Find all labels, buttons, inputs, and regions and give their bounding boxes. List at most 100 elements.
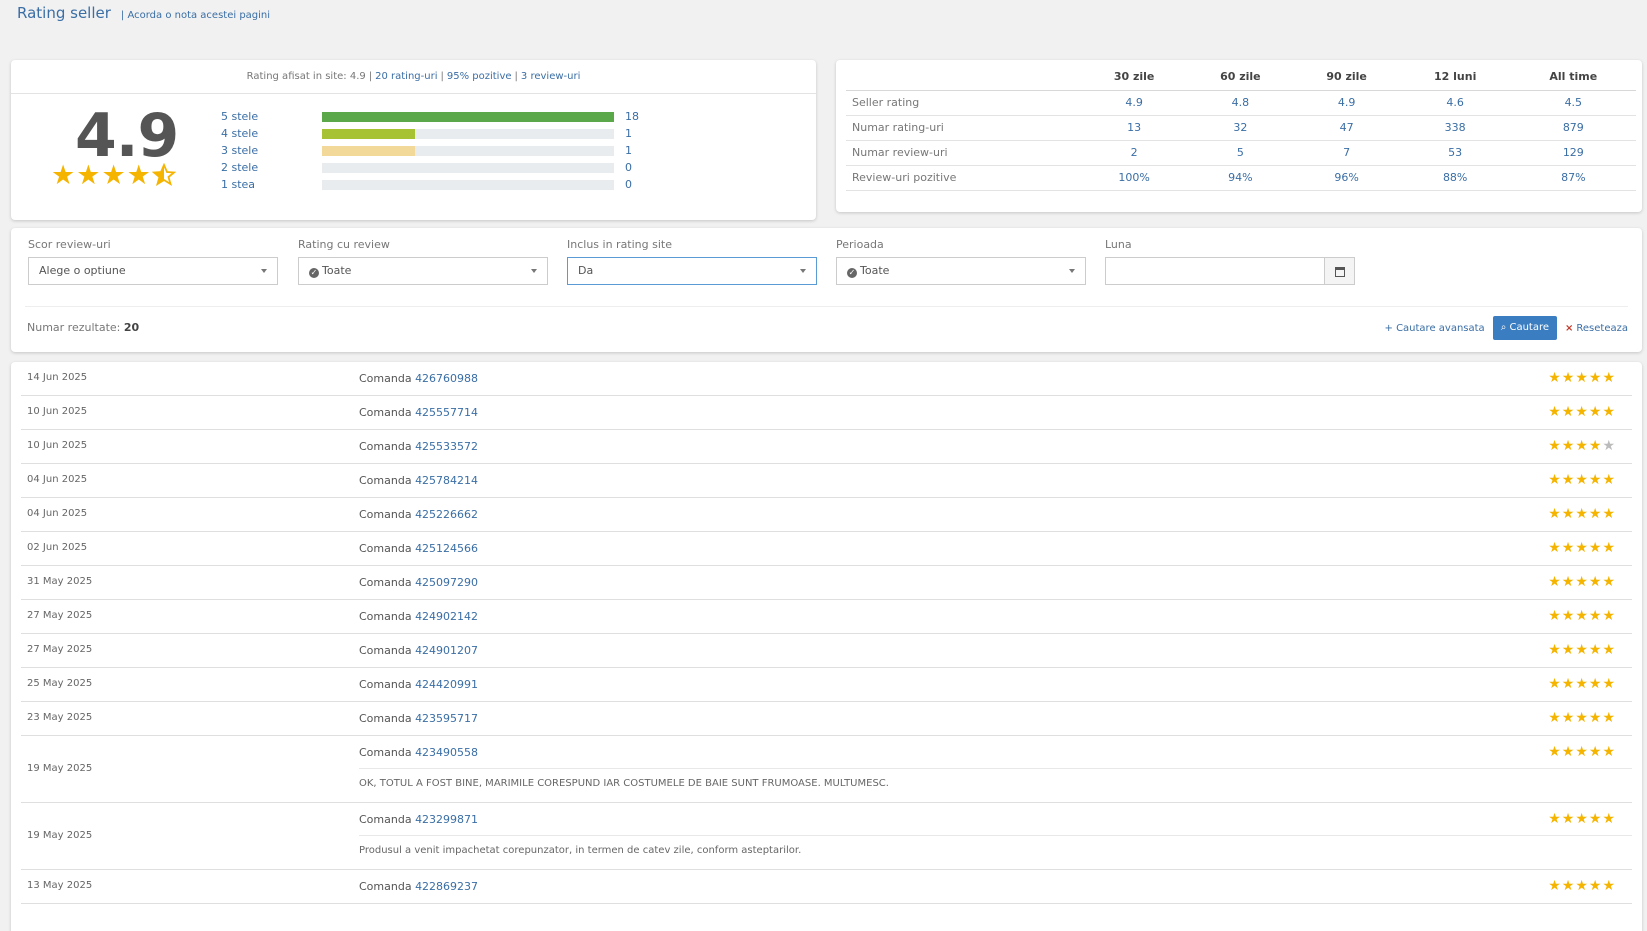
star-icon: ★ [1602,642,1616,658]
order-link[interactable]: 422869237 [415,880,478,893]
rating-summary-header: Rating afisat in site: 4.9 | 20 rating-uri… [11,60,816,94]
star-icon: ★ [1548,642,1562,658]
stats-row: Numar rating-uri 13 32 47 338 879 [846,115,1636,141]
reviews-count-link[interactable]: 3 review-uri [521,71,580,82]
order-prefix: Comanda [359,746,412,759]
rating-bar-count[interactable]: 1 [625,144,632,157]
rating-bar-label[interactable]: 2 stele [221,161,322,174]
rating-bar-count[interactable]: 18 [625,110,639,123]
review-stars: ★★★★★ [1548,878,1616,894]
big-score: 4.9 [75,101,179,171]
star-icon: ★ [51,160,77,191]
order-link[interactable]: 425124566 [415,542,478,555]
positive-link[interactable]: 95% pozitive [447,71,512,82]
filter-rating-label: Rating cu review [298,238,390,251]
star-icon: ★ [1548,878,1562,894]
review-date: 31 May 2025 [27,576,93,587]
star-icon: ★ [1561,811,1576,827]
stats-cell: 4.6 [1399,90,1511,116]
star-icon: ★ [1602,472,1616,488]
search-button[interactable]: ⌕ Cautare [1492,316,1558,340]
star-icon: ★ [1575,472,1589,488]
star-icon: ★ [1548,540,1562,556]
star-icon: ★ [1602,438,1616,454]
stats-row: Review-uri pozitive 100% 94% 96% 88% 87% [846,165,1636,191]
star-icon: ★ [1561,370,1576,386]
rating-bar-label[interactable]: 3 stele [221,144,322,157]
chevron-down-icon [800,269,806,273]
stats-column-header: 90 zile [1293,64,1400,91]
order-link[interactable]: 426760988 [415,372,478,385]
order-link[interactable]: 423490558 [415,746,478,759]
rating-bar-count[interactable]: 1 [625,127,632,140]
rating-summary-panel: Rating afisat in site: 4.9 | 20 rating-uri… [11,60,816,220]
ratings-count-link[interactable]: 20 rating-uri [375,71,437,82]
advanced-search-button[interactable]: + Cautare avansata [1385,323,1485,334]
stats-cell: 13 [1081,115,1188,141]
review-stars: ★★★★★ [1548,676,1616,692]
order-prefix: Comanda [359,644,412,657]
half-star-icon [151,160,177,191]
star-icon: ★ [1588,878,1603,894]
stats-cell: 4.9 [1081,90,1188,116]
review-order: Comanda 425226662 [359,508,478,521]
order-link[interactable]: 425784214 [415,474,478,487]
calendar-button[interactable] [1325,257,1355,285]
review-divider [359,768,1632,769]
inclus-select-value: Da [578,264,594,277]
rating-bar-label[interactable]: 5 stele [221,110,322,123]
review-row: 31 May 2025 Comanda 425097290 ★★★★★ [21,566,1632,600]
stats-panel: 30 zile 60 zile 90 zile 12 luni All time Sel… [836,60,1642,212]
star-icon: ★ [1575,506,1589,522]
stats-cell: 4.9 [1293,90,1400,116]
perioada-select[interactable]: ✓ Toate [836,257,1086,285]
inclus-select[interactable]: Da [567,257,817,285]
rating-bar-row: 2 stele 0 [221,159,639,176]
order-prefix: Comanda [359,406,412,419]
score-select[interactable]: Alege o optiune [28,257,278,285]
filter-score: Scor review-uri Alege o optiune [28,238,278,285]
review-order: Comanda 424901207 [359,644,478,657]
star-icon: ★ [1561,574,1576,590]
rating-bar-label[interactable]: 4 stele [221,127,322,140]
review-date: 27 May 2025 [27,644,93,655]
rate-page-link[interactable]: | Acorda o nota acestei pagini [121,10,270,21]
order-prefix: Comanda [359,712,412,725]
order-link[interactable]: 424420991 [415,678,478,691]
star-icon: ★ [1602,540,1616,556]
review-stars: ★★★★★ [1548,404,1616,420]
star-icon: ★ [1575,404,1589,420]
star-icon: ★ [1588,540,1603,556]
order-link[interactable]: 425533572 [415,440,478,453]
review-date: 23 May 2025 [27,712,93,723]
order-link[interactable]: 425557714 [415,406,478,419]
review-row: 14 Jun 2025 Comanda 426760988 ★★★★★ [21,362,1632,396]
order-link[interactable]: 425097290 [415,576,478,589]
review-date: 02 Jun 2025 [27,542,88,553]
star-icon: ★ [1548,404,1562,420]
calendar-icon [1335,267,1345,277]
order-prefix: Comanda [359,474,412,487]
star-icon: ★ [1588,404,1603,420]
stats-cell: 47 [1293,115,1400,141]
order-link[interactable]: 423595717 [415,712,478,725]
rating-bar-row: 4 stele 1 [221,125,639,142]
order-link[interactable]: 423299871 [415,813,478,826]
reset-button[interactable]: × Reseteaza [1565,323,1628,334]
star-icon: ★ [1561,878,1576,894]
rating-display-text: Rating afisat in site: 4.9 [246,71,366,82]
order-prefix: Comanda [359,372,412,385]
order-link[interactable]: 425226662 [415,508,478,521]
stats-cell: 129 [1510,140,1636,166]
rating-select[interactable]: ✓ Toate [298,257,548,285]
rating-bar-label[interactable]: 1 stea [221,178,322,191]
rating-bar-track [322,179,614,190]
rating-bar-count[interactable]: 0 [625,161,632,174]
review-stars: ★★★★★ [1548,811,1616,827]
order-link[interactable]: 424902142 [415,610,478,623]
rating-bar-count[interactable]: 0 [625,178,632,191]
luna-input[interactable] [1105,257,1325,285]
order-prefix: Comanda [359,440,412,453]
filters-panel: Scor review-uri Alege o optiune Rating c… [11,228,1642,352]
order-link[interactable]: 424901207 [415,644,478,657]
